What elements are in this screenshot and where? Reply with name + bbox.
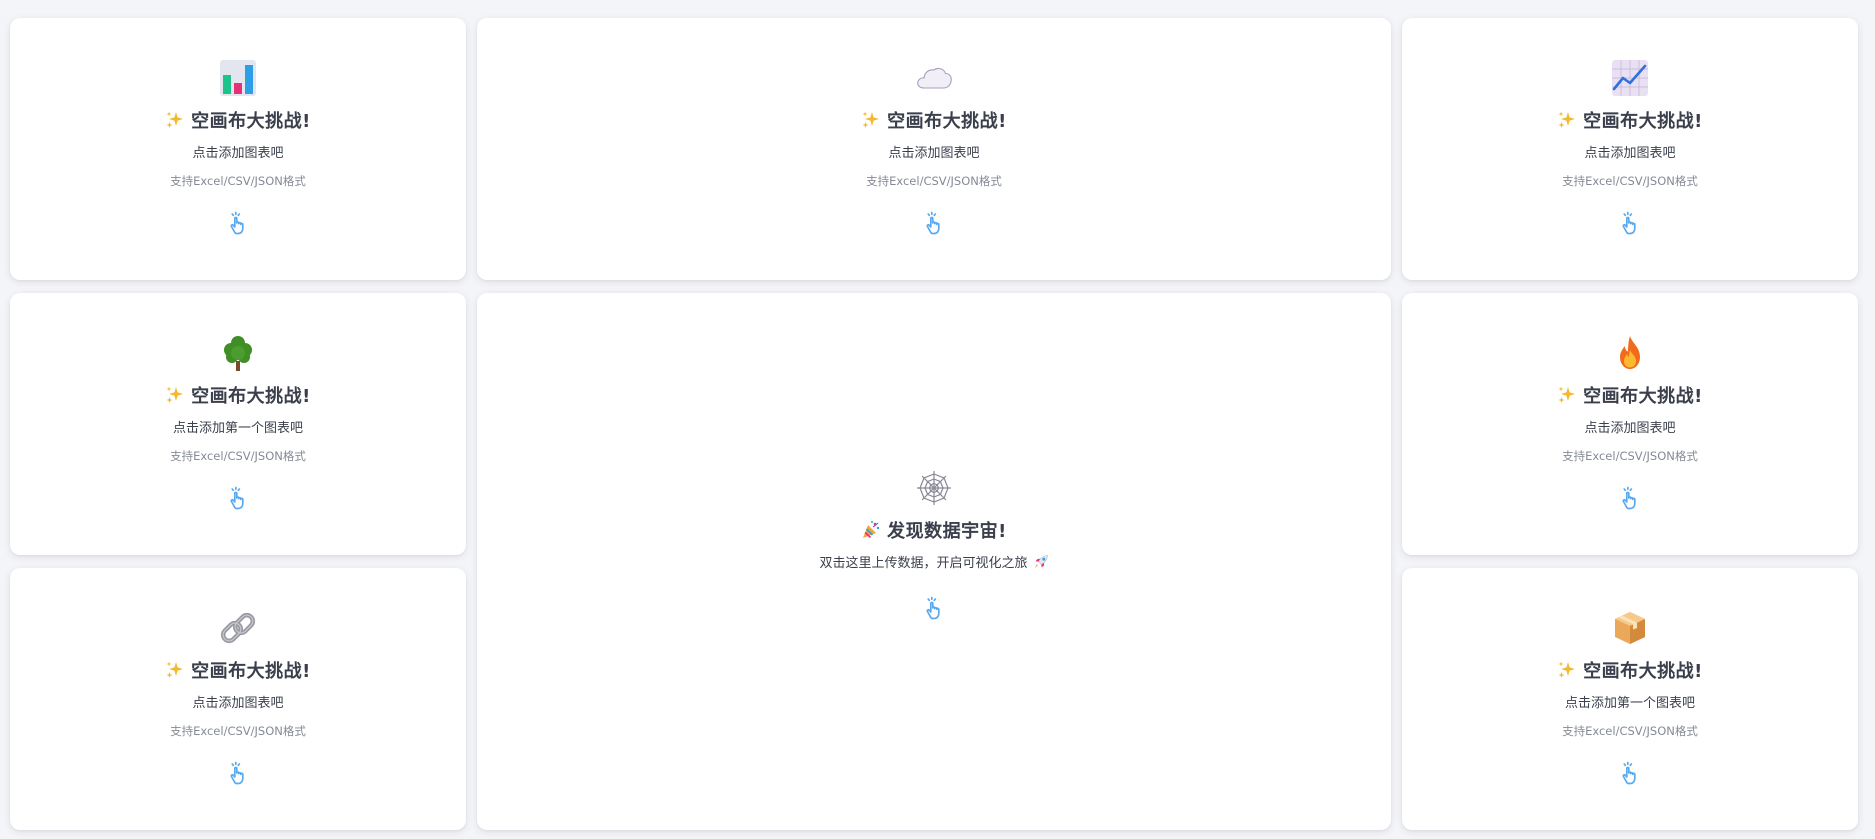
card-subtitle: 点击添加第一个图表吧 — [1564, 696, 1695, 711]
card-subtitle: 点击添加图表吧 — [192, 696, 284, 711]
card-subtitle: 点击添加第一个图表吧 — [172, 421, 303, 436]
package-icon — [1610, 608, 1650, 648]
card-title: 空画布大挑战! — [191, 661, 311, 682]
empty-chart-slot[interactable]: 空画布大挑战! 点击添加图表吧 支持Excel/CSV/JSON格式 — [10, 568, 466, 830]
card-title: 空画布大挑战! — [1583, 661, 1703, 682]
tap-hand-icon[interactable] — [225, 760, 251, 786]
fire-icon — [1610, 333, 1650, 373]
upload-data-dropzone[interactable]: 发现数据宇宙! 双击这里上传数据，开启可视化之旅 — [477, 293, 1391, 830]
tap-hand-icon[interactable] — [1617, 210, 1643, 236]
sparkles-icon — [1557, 110, 1577, 130]
sparkles-icon — [861, 110, 881, 130]
center-title: 发现数据宇宙! — [887, 521, 1007, 542]
tap-hand-icon[interactable] — [1617, 485, 1643, 511]
tree-icon — [218, 333, 258, 373]
tap-hand-icon[interactable] — [921, 595, 947, 621]
center-subtitle: 双击这里上传数据，开启可视化之旅 — [819, 556, 1028, 571]
sparkles-icon — [165, 660, 185, 680]
sparkles-icon — [1557, 385, 1577, 405]
empty-chart-slot[interactable]: 空画布大挑战! 点击添加图表吧 支持Excel/CSV/JSON格式 — [1402, 293, 1858, 555]
card-subtitle: 点击添加图表吧 — [192, 146, 284, 161]
spider-web-icon — [914, 468, 954, 508]
sparkles-icon — [165, 385, 185, 405]
sparkles-icon — [1557, 660, 1577, 680]
tap-hand-icon[interactable] — [225, 210, 251, 236]
card-hint: 支持Excel/CSV/JSON格式 — [170, 174, 306, 188]
card-subtitle: 点击添加图表吧 — [888, 146, 980, 161]
link-icon — [218, 608, 258, 648]
card-hint: 支持Excel/CSV/JSON格式 — [1562, 174, 1698, 188]
sparkles-icon — [165, 110, 185, 130]
tap-hand-icon[interactable] — [1617, 760, 1643, 786]
dashboard-grid: 空画布大挑战! 点击添加图表吧 支持Excel/CSV/JSON格式 空画布大挑… — [10, 18, 1858, 831]
card-title: 空画布大挑战! — [887, 111, 1007, 132]
empty-chart-slot[interactable]: 空画布大挑战! 点击添加图表吧 支持Excel/CSV/JSON格式 — [477, 18, 1391, 280]
card-title: 空画布大挑战! — [1583, 111, 1703, 132]
tap-hand-icon[interactable] — [225, 485, 251, 511]
card-hint: 支持Excel/CSV/JSON格式 — [1562, 449, 1698, 463]
line-chart-icon — [1610, 58, 1650, 98]
empty-chart-slot[interactable]: 空画布大挑战! 点击添加图表吧 支持Excel/CSV/JSON格式 — [10, 18, 466, 280]
party-popper-icon — [861, 520, 881, 540]
tap-hand-icon[interactable] — [921, 210, 947, 236]
empty-chart-slot[interactable]: 空画布大挑战! 点击添加图表吧 支持Excel/CSV/JSON格式 — [1402, 18, 1858, 280]
card-hint: 支持Excel/CSV/JSON格式 — [170, 449, 306, 463]
card-hint: 支持Excel/CSV/JSON格式 — [866, 174, 1002, 188]
card-subtitle: 点击添加图表吧 — [1584, 421, 1676, 436]
bar-chart-icon — [218, 58, 258, 98]
rocket-icon — [1033, 554, 1049, 570]
card-hint: 支持Excel/CSV/JSON格式 — [170, 724, 306, 738]
empty-chart-slot[interactable]: 空画布大挑战! 点击添加第一个图表吧 支持Excel/CSV/JSON格式 — [1402, 568, 1858, 830]
cloud-icon — [914, 58, 954, 98]
card-subtitle: 点击添加图表吧 — [1584, 146, 1676, 161]
card-title: 空画布大挑战! — [191, 111, 311, 132]
card-hint: 支持Excel/CSV/JSON格式 — [1562, 724, 1698, 738]
card-title: 空画布大挑战! — [191, 386, 311, 407]
empty-chart-slot[interactable]: 空画布大挑战! 点击添加第一个图表吧 支持Excel/CSV/JSON格式 — [10, 293, 466, 555]
card-title: 空画布大挑战! — [1583, 386, 1703, 407]
